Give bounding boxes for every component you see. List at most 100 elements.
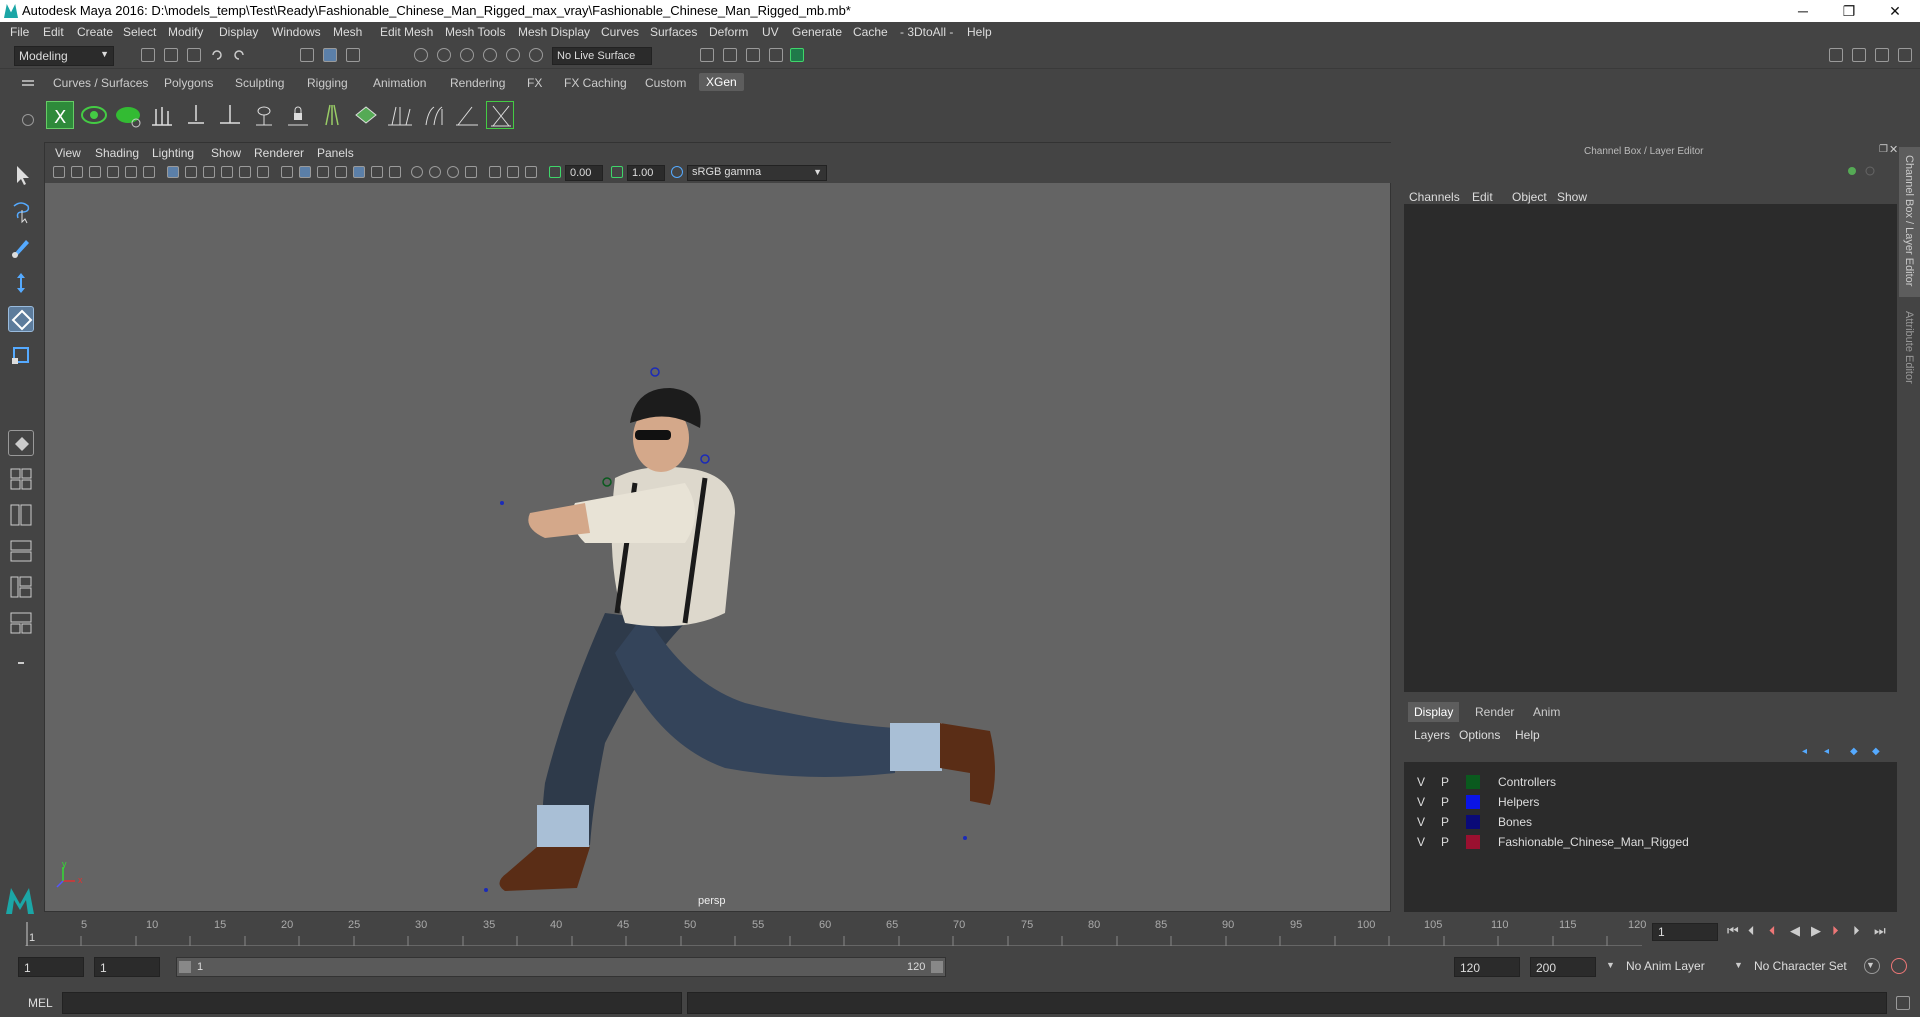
more-layouts-icon[interactable]: [8, 650, 34, 676]
channel-box-menu-object[interactable]: Object: [1512, 190, 1547, 204]
layer-menu-help[interactable]: Help: [1515, 728, 1540, 742]
tab-attribute-editor-vertical[interactable]: Attribute Editor: [1899, 307, 1920, 397]
snap-to-view-plane-icon[interactable]: [483, 48, 497, 62]
live-surface-field[interactable]: No Live Surface: [552, 47, 652, 65]
layer-name[interactable]: Helpers: [1498, 795, 1539, 809]
motion-blur-icon[interactable]: [411, 166, 423, 178]
insert-guide-icon[interactable]: [216, 101, 244, 129]
time-slider[interactable]: 5 10 15 20 25 30 35 40 45 50 55 60 65 70…: [0, 916, 1920, 946]
menu-deform[interactable]: Deform: [709, 25, 748, 39]
exposure-icon[interactable]: [549, 166, 561, 178]
menu-create[interactable]: Create: [77, 25, 113, 39]
create-description-icon[interactable]: [114, 101, 142, 129]
viewport-persp[interactable]: View Shading Lighting Show Renderer Pane…: [44, 142, 1392, 912]
open-scene-icon[interactable]: [164, 48, 178, 62]
2d-pan-zoom-icon[interactable]: [125, 166, 137, 178]
step-back-key-icon[interactable]: ⏴: [1769, 923, 1776, 939]
select-guide-icon[interactable]: [250, 101, 278, 129]
persp-graph-layout-icon[interactable]: [8, 538, 34, 564]
outliner-persp-graph-layout-icon[interactable]: [8, 574, 34, 600]
layer-visibility-toggle[interactable]: V: [1417, 815, 1425, 829]
snap-to-grid-icon[interactable]: [414, 48, 428, 62]
tab-polygons[interactable]: Polygons: [164, 76, 213, 90]
layer-name[interactable]: Fashionable_Chinese_Man_Rigged: [1498, 835, 1689, 849]
sculpt-guides-icon[interactable]: [386, 101, 414, 129]
mode-dropdown[interactable]: Modeling ▼: [14, 46, 114, 66]
menu-modify[interactable]: Modify: [168, 25, 203, 39]
play-backwards-icon[interactable]: ◀: [1790, 923, 1800, 939]
anim-layer-dropdown[interactable]: No Anim Layer: [1622, 957, 1732, 977]
tab-channel-box-vertical[interactable]: Channel Box / Layer Editor: [1899, 147, 1920, 297]
menu-help[interactable]: Help: [967, 25, 992, 39]
menu-surfaces[interactable]: Surfaces: [650, 25, 697, 39]
layer-menu-options[interactable]: Options: [1459, 728, 1500, 742]
layer-playback-toggle[interactable]: P: [1441, 815, 1449, 829]
film-gate-icon[interactable]: [185, 166, 197, 178]
animation-start-field[interactable]: 1: [18, 957, 84, 977]
save-scene-icon[interactable]: [187, 48, 201, 62]
tab-anim-layers[interactable]: Anim: [1533, 705, 1560, 719]
menu-edit-mesh[interactable]: Edit Mesh: [380, 25, 433, 39]
menu-generate[interactable]: Generate: [792, 25, 842, 39]
close-panel-icon[interactable]: ✕: [1889, 143, 1898, 156]
isolate-select-icon[interactable]: [465, 166, 477, 178]
bend-guides-icon[interactable]: [420, 101, 448, 129]
step-back-frame-icon[interactable]: ⏴: [1748, 923, 1755, 939]
menu-windows[interactable]: Windows: [272, 25, 321, 39]
modeling-toolkit-icon[interactable]: [1829, 48, 1843, 62]
shelf-options-icon[interactable]: [22, 114, 34, 126]
wireframe-on-shaded-icon[interactable]: [317, 166, 329, 178]
xray-icon[interactable]: [489, 166, 501, 178]
xray-components-icon[interactable]: [525, 166, 537, 178]
tab-xgen[interactable]: XGen: [699, 73, 744, 91]
view-transform-dropdown[interactable]: sRGB gamma ▼: [687, 165, 827, 181]
time-slider-track[interactable]: 5 10 15 20 25 30 35 40 45 50 55 60 65 70…: [25, 918, 1646, 946]
tab-rendering[interactable]: Rendering: [450, 76, 505, 90]
layer-visibility-toggle[interactable]: V: [1417, 775, 1425, 789]
add-guides-icon[interactable]: [148, 101, 176, 129]
menu-uv[interactable]: UV: [762, 25, 779, 39]
step-forward-frame-icon[interactable]: ⏵: [1853, 923, 1860, 939]
menu-mesh[interactable]: Mesh: [333, 25, 362, 39]
select-by-object-icon[interactable]: [323, 48, 337, 62]
layer-name[interactable]: Bones: [1498, 815, 1532, 829]
layer-row[interactable]: V P Fashionable_Chinese_Man_Rigged: [1404, 832, 1897, 852]
resolution-gate-icon[interactable]: [203, 166, 215, 178]
character-set-dropdown[interactable]: No Character Set: [1750, 957, 1866, 977]
chevron-down-icon[interactable]: ▼: [1734, 960, 1743, 970]
smooth-shade-icon[interactable]: [299, 166, 311, 178]
snap-to-point-icon[interactable]: [460, 48, 474, 62]
exposure-field[interactable]: 0.00: [565, 165, 603, 181]
maya-home-icon[interactable]: [4, 884, 36, 916]
tool-settings-icon[interactable]: [1875, 48, 1889, 62]
scale-tool-icon[interactable]: [8, 342, 34, 368]
range-start-handle[interactable]: [179, 961, 191, 973]
shadows-icon[interactable]: [371, 166, 383, 178]
float-panel-icon[interactable]: ❐: [1879, 144, 1888, 155]
minimize-button[interactable]: ─: [1780, 0, 1826, 22]
create-empty-layer-icon[interactable]: ◆: [1850, 746, 1862, 757]
auto-keyframe-icon[interactable]: [1864, 958, 1880, 974]
tab-custom[interactable]: Custom: [645, 76, 686, 90]
xgen-editor-icon[interactable]: X: [46, 101, 74, 129]
channel-box-menu-edit[interactable]: Edit: [1472, 190, 1493, 204]
close-button[interactable]: ✕: [1872, 0, 1918, 22]
viewport-menu-view[interactable]: View: [55, 146, 81, 160]
tab-rigging[interactable]: Rigging: [307, 76, 348, 90]
animation-preferences-icon[interactable]: [1891, 958, 1907, 974]
render-current-frame-icon[interactable]: [723, 48, 737, 62]
channel-box-toggle-icon[interactable]: [1898, 48, 1912, 62]
channel-box-menu-channels[interactable]: Channels: [1409, 190, 1460, 204]
play-forwards-icon[interactable]: ▶: [1811, 923, 1821, 939]
menu-cache[interactable]: Cache: [853, 25, 888, 39]
comb-guides-icon[interactable]: [454, 101, 482, 129]
xray-joints-icon[interactable]: [507, 166, 519, 178]
textured-icon[interactable]: [335, 166, 347, 178]
channel-box-options-icon[interactable]: [1846, 164, 1876, 178]
layer-playback-toggle[interactable]: P: [1441, 835, 1449, 849]
menu-select[interactable]: Select: [123, 25, 156, 39]
render-view-icon[interactable]: [700, 48, 714, 62]
snap-to-projected-center-icon[interactable]: [529, 48, 543, 62]
multisample-aa-icon[interactable]: [429, 166, 441, 178]
move-layer-down-icon[interactable]: ◂: [1824, 746, 1836, 757]
